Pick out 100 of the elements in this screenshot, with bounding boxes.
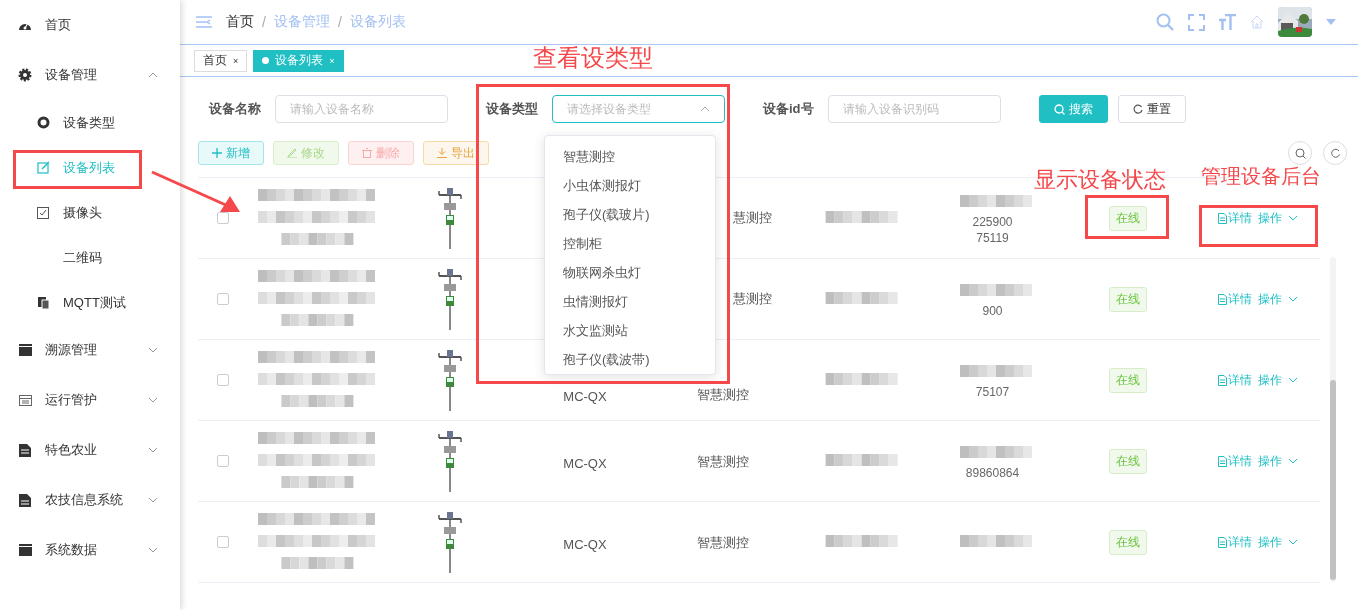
dropdown-option[interactable]: 虫情测报灯	[545, 287, 715, 316]
menu-item[interactable]: 农技信息系统	[0, 475, 180, 525]
annotation-text: 查看设类型	[533, 48, 653, 67]
status-tag: 在线	[1108, 448, 1147, 474]
fullscreen-icon[interactable]	[1188, 13, 1205, 31]
edit-icon	[36, 161, 50, 174]
plus-icon	[212, 148, 222, 158]
table-cell: 智慧测控	[696, 453, 749, 471]
scrollbar-thumb[interactable]	[1330, 380, 1336, 580]
dropdown-option[interactable]: 孢子仪(载波带)	[545, 345, 715, 374]
chevron-up-icon	[148, 72, 158, 78]
row-checkbox[interactable]	[217, 455, 229, 467]
chevron-down-icon	[148, 447, 158, 453]
document-icon	[1217, 536, 1227, 548]
table-cell-text: MC-QX	[563, 535, 607, 552]
chevron-down-icon	[148, 397, 158, 403]
document-icon	[18, 443, 32, 457]
chevron-down-icon	[1287, 458, 1298, 464]
refresh-icon	[1329, 147, 1341, 159]
id-fragment: 75107	[975, 385, 1010, 399]
dropdown-option[interactable]: 智慧测控	[545, 142, 715, 171]
trash-icon	[362, 148, 372, 158]
field-label: 设备id号	[763, 100, 814, 118]
menu-item[interactable]: 特色农业	[0, 425, 180, 475]
page-tab[interactable]: 首页 ×	[194, 49, 248, 72]
checkbox-icon	[37, 206, 49, 219]
documents-icon	[36, 296, 50, 309]
status-tag: 在线	[1108, 529, 1147, 555]
chevron-up-icon	[700, 106, 710, 112]
chevron-down-icon	[148, 547, 158, 553]
chevron-down-icon	[148, 497, 158, 503]
table-cell: 智慧测控	[696, 534, 749, 552]
annotation-text: 显示设备状态	[1034, 170, 1166, 189]
dropdown-option[interactable]: 水文监测站	[545, 316, 715, 345]
breadcrumb-separator: /	[337, 14, 342, 30]
row-checkbox[interactable]	[217, 536, 229, 548]
table-cell-text: MC-QX	[563, 454, 607, 471]
home-icon[interactable]	[1250, 15, 1264, 29]
id-fragment: 89860864	[965, 466, 1020, 480]
close-icon[interactable]: ×	[233, 55, 239, 66]
document-icon	[1217, 293, 1227, 305]
id-fragment: 225900	[972, 215, 1013, 229]
caret-down-icon[interactable]	[1326, 19, 1336, 25]
download-icon	[437, 148, 447, 158]
annotation-text: 管理设备后台	[1201, 167, 1322, 186]
dropdown-option[interactable]: 物联网杀虫灯	[545, 258, 715, 287]
document-icon	[18, 493, 32, 507]
table-cell: 慧测控	[733, 209, 772, 227]
gear-icon	[18, 68, 32, 82]
weather-station-drawing	[437, 511, 463, 573]
search-toggle-button[interactable]	[1288, 141, 1312, 165]
search-icon	[1294, 147, 1306, 159]
ring-icon	[36, 116, 50, 129]
weather-station-drawing	[437, 430, 463, 492]
refresh-button[interactable]	[1323, 141, 1347, 165]
row-checkbox[interactable]	[217, 293, 229, 305]
document-icon	[1217, 374, 1227, 386]
menu-item[interactable]: 首页	[0, 0, 180, 50]
table-cell: 慧测控	[733, 290, 772, 308]
submenu-item[interactable]: 摄像头	[0, 190, 180, 235]
chevron-down-icon	[1287, 296, 1298, 302]
breadcrumb-link[interactable]: 首页	[226, 13, 254, 31]
dropdown-option[interactable]: 小虫体测报灯	[545, 171, 715, 200]
document-icon	[1217, 455, 1227, 467]
folder-icon	[18, 344, 32, 356]
id-fragment: 900	[982, 304, 1003, 318]
weather-station-drawing	[437, 268, 463, 330]
status-tag: 在线	[1108, 367, 1147, 393]
submenu-item[interactable]: MQTT测试	[0, 280, 180, 325]
refresh-icon	[1132, 104, 1143, 114]
menu-fold-icon[interactable]	[196, 16, 212, 28]
reset-button[interactable]: 重置	[1117, 95, 1186, 123]
weather-station-drawing	[437, 187, 463, 249]
pencil-icon	[287, 148, 297, 158]
menu-item[interactable]: 设备管理	[0, 50, 180, 100]
dropdown-option[interactable]: 控制柜	[545, 229, 715, 258]
search-icon	[1053, 103, 1065, 115]
calendar-icon	[18, 394, 32, 406]
folder-icon	[18, 544, 32, 556]
menu-item[interactable]: 系统数据	[0, 525, 180, 575]
id-fragment: 75119	[976, 231, 1009, 245]
table-cell: 智慧测控	[696, 386, 749, 404]
weather-station-drawing	[437, 349, 463, 411]
search-icon[interactable]	[1156, 13, 1174, 31]
chevron-down-icon	[1287, 539, 1298, 545]
text-size-icon[interactable]	[1219, 14, 1236, 30]
chevron-down-icon	[1287, 215, 1298, 221]
breadcrumb-separator: /	[262, 14, 266, 30]
menu-item[interactable]: 运行管护	[0, 375, 180, 425]
document-icon	[1217, 212, 1227, 224]
field-label: 设备名称	[209, 100, 261, 118]
status-tag: 在线	[1108, 286, 1147, 312]
chevron-down-icon	[1287, 377, 1298, 383]
row-checkbox[interactable]	[217, 374, 229, 386]
submenu-item[interactable]: 设备类型	[0, 100, 180, 145]
table-cell-text: MC-QX	[563, 387, 607, 404]
active-dot	[262, 57, 270, 64]
submenu-item[interactable]: 二维码	[0, 235, 180, 280]
menu-item[interactable]: 溯源管理	[0, 325, 180, 375]
dropdown-option[interactable]: 孢子仪(载玻片)	[545, 200, 715, 229]
